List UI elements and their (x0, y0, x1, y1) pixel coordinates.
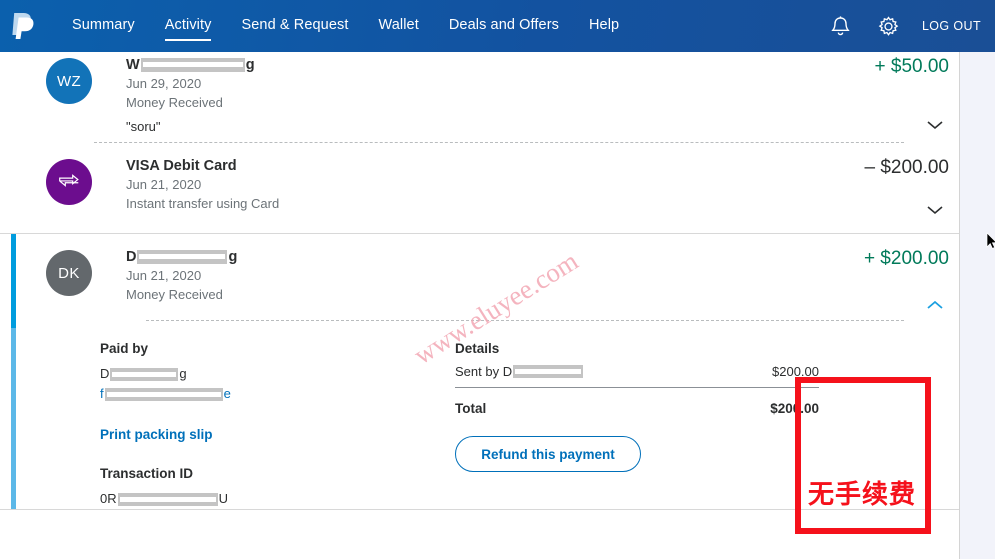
detail-total-row: Total $200.00 (455, 401, 865, 416)
chevron-down-icon[interactable] (925, 203, 945, 215)
nav-link-summary[interactable]: Summary (72, 0, 135, 52)
transaction-body: Dg Jun 21, 2020 Money Received + $200.00 (126, 244, 959, 320)
transaction-row[interactable]: WZ Wg Jun 29, 2020 Money Received "soru"… (0, 52, 959, 142)
transaction-amount: + $200.00 (863, 248, 949, 269)
sent-by-label: Sent by (455, 364, 500, 379)
transaction-name-suffix: g (245, 57, 255, 73)
transaction-id-heading: Transaction ID (100, 466, 194, 481)
transaction-type: Money Received (126, 95, 223, 110)
sent-by-amount: $200.00 (772, 364, 819, 379)
transaction-name-prefix: VISA Debit Card (126, 158, 237, 174)
annotation-label: 无手续费 (808, 480, 917, 510)
sent-by-label-group: Sent by D (455, 364, 584, 379)
refund-this-payment-button[interactable]: Refund this payment (455, 436, 641, 472)
nav-link-deals-offers[interactable]: Deals and Offers (449, 0, 559, 52)
total-amount: $200.00 (770, 401, 819, 416)
transaction-date: Jun 21, 2020 (126, 268, 202, 283)
avatar-initials: DK (58, 264, 80, 282)
transaction-id-suffix: U (218, 491, 229, 506)
redaction-bar (137, 250, 228, 264)
paid-by-email[interactable]: fe (100, 384, 455, 404)
detail-left-column: Paid by Dg fe Print packing slip Transac… (100, 341, 455, 509)
transaction-title: Wg (126, 56, 759, 74)
transaction-id-prefix: 0R (100, 491, 117, 506)
bell-icon[interactable] (826, 11, 856, 41)
transaction-note: "soru" (126, 119, 161, 134)
total-label: Total (455, 401, 487, 416)
print-packing-slip-link[interactable]: Print packing slip (100, 427, 213, 442)
redaction-bar (117, 492, 218, 506)
paid-by-name-suffix: g (179, 366, 187, 381)
redaction-bar (110, 367, 179, 381)
nav-link-help[interactable]: Help (589, 0, 619, 52)
transaction-id-value: 0R U (100, 489, 455, 509)
transaction-date: Jun 21, 2020 (126, 177, 202, 192)
paid-by-name-prefix: D (100, 366, 110, 381)
nav-link-summary-label: Summary (72, 17, 135, 33)
nav-link-activity-label: Activity (164, 17, 212, 33)
detail-line-item: Sent by D $200.00 (455, 364, 865, 379)
chevron-down-icon[interactable] (925, 118, 945, 130)
transaction-name-prefix: W (126, 57, 140, 73)
transaction-row-expanded: DK Dg Jun 21, 2020 Money Received + $200… (0, 233, 959, 510)
nav-link-deals-offers-label: Deals and Offers (448, 17, 559, 33)
chevron-up-icon[interactable] (925, 298, 945, 310)
nav-link-wallet-label: Wallet (378, 17, 419, 33)
avatar: WZ (46, 58, 92, 104)
paypal-logo[interactable] (10, 11, 36, 41)
detail-right-column: Details Sent by D $200.00 Total $200.00 … (455, 341, 865, 509)
nav-links: Summary Activity Send & Request Wallet D… (72, 0, 649, 52)
transaction-name-prefix: D (126, 249, 137, 265)
paid-by-heading: Paid by (100, 341, 149, 356)
redaction-bar (513, 365, 584, 378)
sent-by-name-prefix: D (502, 364, 513, 379)
avatar (46, 159, 92, 205)
avatar: DK (46, 250, 92, 296)
transaction-body: VISA Debit Card Jun 21, 2020 Instant tra… (126, 153, 959, 225)
transaction-body: Wg Jun 29, 2020 Money Received "soru" + … (126, 52, 959, 142)
transaction-title: VISA Debit Card (126, 157, 759, 175)
nav-link-wallet[interactable]: Wallet (378, 0, 418, 52)
redaction-bar (104, 387, 223, 401)
details-heading: Details (455, 341, 500, 356)
paid-by-email-suffix: e (223, 386, 231, 401)
avatar-initials: WZ (56, 72, 82, 90)
paid-by-email-prefix: f (100, 386, 104, 401)
paypal-activity-page: Summary Activity Send & Request Wallet D… (0, 0, 995, 559)
transaction-type: Money Received (126, 287, 223, 302)
transaction-amount: + $50.00 (874, 56, 950, 77)
logout-button[interactable]: LOG OUT (922, 19, 981, 33)
detail-rule (455, 387, 819, 388)
nav-link-activity[interactable]: Activity (164, 0, 212, 52)
transfer-arrows-icon (56, 170, 82, 194)
nav-right-actions: LOG OUT (826, 11, 981, 41)
expanded-accent-bar-top (11, 234, 16, 328)
gear-icon[interactable] (874, 11, 904, 41)
top-navigation-bar: Summary Activity Send & Request Wallet D… (0, 0, 995, 52)
nav-link-send-request-label: Send & Request (241, 17, 349, 33)
expanded-header[interactable]: DK Dg Jun 21, 2020 Money Received + $200… (0, 234, 959, 320)
transaction-row[interactable]: VISA Debit Card Jun 21, 2020 Instant tra… (0, 143, 959, 225)
transaction-amount: – $200.00 (864, 157, 949, 178)
transaction-type: Instant transfer using Card (126, 196, 280, 211)
paid-by-name: Dg (100, 364, 455, 384)
transaction-date: Jun 29, 2020 (126, 76, 202, 91)
nav-link-send-request[interactable]: Send & Request (241, 0, 348, 52)
transaction-name-suffix: g (228, 249, 238, 265)
nav-link-help-label: Help (588, 17, 620, 33)
redaction-bar (140, 58, 245, 72)
transaction-title: Dg (126, 248, 759, 266)
mouse-cursor (986, 232, 995, 255)
